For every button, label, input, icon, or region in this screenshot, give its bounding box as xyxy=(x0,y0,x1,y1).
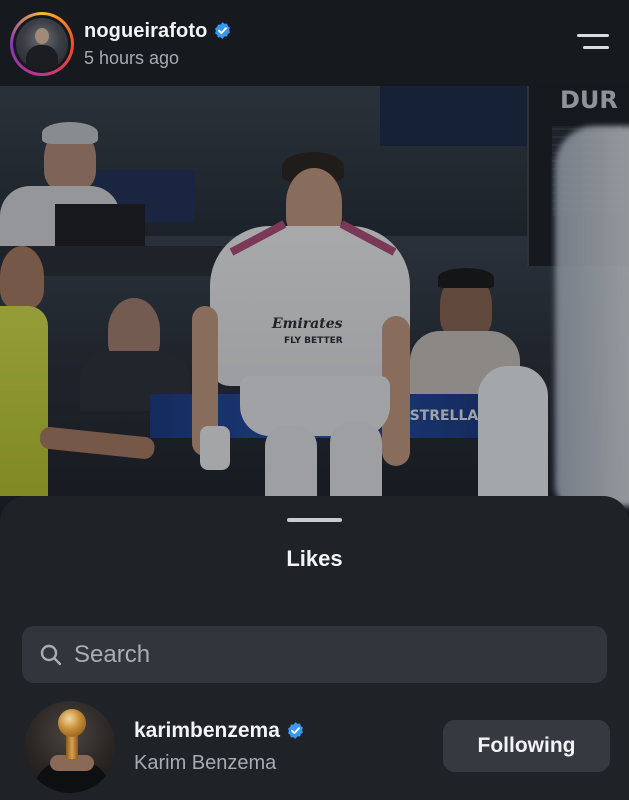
verified-badge-icon xyxy=(287,722,303,739)
sheet-title: Likes xyxy=(286,546,343,571)
list-item[interactable]: karimbenzema Karim Benzema Following xyxy=(0,699,629,794)
avatar-body-shape xyxy=(26,45,58,70)
avatar-border xyxy=(13,15,71,73)
story-ring[interactable] xyxy=(10,12,74,76)
search-field[interactable] xyxy=(22,626,607,683)
post-timestamp: 5 hours ago xyxy=(84,48,180,68)
like-username[interactable]: karimbenzema xyxy=(134,719,280,742)
post-username[interactable]: nogueirafoto xyxy=(84,20,207,42)
post-username-row[interactable]: nogueirafoto xyxy=(84,20,232,43)
search-input[interactable] xyxy=(74,636,594,674)
avatar-head-shape xyxy=(35,28,49,44)
verified-badge-icon xyxy=(215,22,231,39)
menu-line xyxy=(583,46,609,49)
golden-ball-shape xyxy=(58,709,86,737)
post-image[interactable]: DUR ESTRELLA Emirates FLY BETTER xyxy=(0,86,629,516)
like-username-row[interactable]: karimbenzema xyxy=(134,719,305,743)
search-icon xyxy=(40,644,62,666)
sheet-grabber[interactable] xyxy=(287,518,342,522)
trophy-stem-shape xyxy=(66,735,78,759)
photo-shade xyxy=(0,86,629,516)
avatar[interactable] xyxy=(24,701,116,793)
avatar[interactable] xyxy=(16,18,68,70)
following-button[interactable]: Following xyxy=(443,720,610,772)
menu-line xyxy=(577,34,609,37)
likes-sheet: Likes karimbenzema Karim Benzema Followi… xyxy=(0,496,629,800)
post-header: nogueirafoto 5 hours ago xyxy=(0,0,629,86)
menu-icon[interactable] xyxy=(577,34,609,54)
like-full-name: Karim Benzema xyxy=(134,752,277,774)
